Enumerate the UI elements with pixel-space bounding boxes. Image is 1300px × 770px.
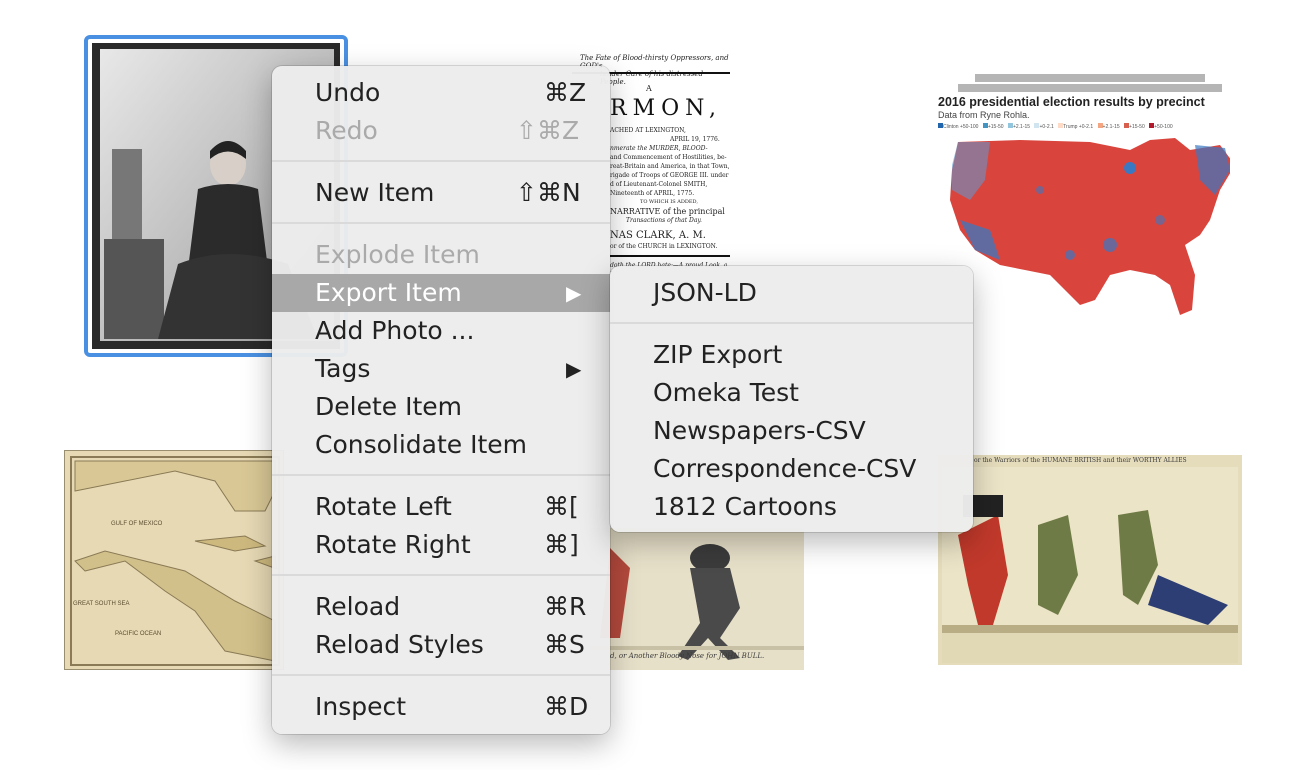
cartoon-image	[590, 528, 804, 670]
context-menu: Undo ⌘Z Redo ⇧⌘Z New Item ⇧⌘N Explode It…	[272, 66, 610, 734]
sermon-line: Nineteenth of APRIL, 1775.	[610, 190, 695, 197]
old-map-thumbnail[interactable]: GULF OF MEXICO GREAT SOUTH SEA PACIFIC O…	[64, 450, 284, 670]
submenu-arrow-icon: ▶	[566, 281, 582, 305]
menu-item-label: Undo	[315, 78, 381, 107]
menu-item-shortcut: ⌘R	[544, 592, 587, 621]
election-map-thumbnail[interactable]: 2016 presidential election results by pr…	[930, 70, 1230, 320]
menu-item-redo: Redo ⇧⌘Z	[272, 112, 610, 150]
export-item-label: 1812 Cartoons	[653, 492, 837, 521]
sermon-line: Transactions of that Day.	[626, 217, 702, 224]
allies-cartoon-thumbnail[interactable]: or the Warriors of the HUMANE BRITISH an…	[938, 455, 1242, 665]
menu-item-tags[interactable]: Tags ▶	[272, 350, 610, 388]
menu-separator	[272, 574, 610, 576]
export-item-label: JSON-LD	[653, 278, 757, 307]
menu-item-label: Consolidate Item	[315, 430, 528, 459]
old-map-label: GULF OF MEXICO	[111, 521, 163, 527]
menu-item-shortcut: ⌘D	[544, 692, 589, 721]
sermon-line: RMON,	[610, 96, 722, 121]
cartoon2-caption: or the Warriors of the HUMANE BRITISH an…	[974, 457, 1187, 464]
sermon-line: NARRATIVE of the principal	[610, 207, 725, 216]
menu-separator	[272, 222, 610, 224]
menu-separator	[272, 160, 610, 162]
menu-item-shortcut: ⇧⌘Z	[516, 116, 580, 145]
menu-item-consolidate-item[interactable]: Consolidate Item	[272, 426, 610, 464]
menu-item-shortcut: ⌘]	[544, 530, 579, 559]
menu-item-label: Delete Item	[315, 392, 462, 421]
export-item-omeka-test[interactable]: Omeka Test	[610, 374, 973, 412]
cartoon-caption: d, or Another Bloody Nose for JOHN BULL.	[610, 652, 765, 660]
menu-item-explode-item: Explode Item	[272, 236, 610, 274]
export-item-label: Omeka Test	[653, 378, 799, 407]
old-map-image	[70, 456, 280, 666]
sermon-line: TO WHICH IS ADDED,	[640, 199, 698, 205]
menu-separator	[272, 474, 610, 476]
export-item-zip-export[interactable]: ZIP Export	[610, 336, 973, 374]
menu-item-inspect[interactable]: Inspect ⌘D	[272, 688, 610, 726]
menu-item-reload-styles[interactable]: Reload Styles ⌘S	[272, 626, 610, 664]
sermon-line: NAS CLARK, A. M.	[610, 230, 706, 241]
menu-item-label: Reload Styles	[315, 630, 484, 659]
sermon-line: and Commencement of Hostilities, be-	[610, 154, 727, 161]
menu-item-delete-item[interactable]: Delete Item	[272, 388, 610, 426]
menu-item-label: Rotate Left	[315, 492, 452, 521]
export-item-1812-cartoons[interactable]: 1812 Cartoons	[610, 488, 973, 526]
menu-item-label: Export Item	[315, 278, 462, 307]
sermon-line: ACHED AT LEXINGTON,	[610, 127, 686, 134]
menu-item-label: Inspect	[315, 692, 407, 721]
menu-item-shortcut: ⌘[	[544, 492, 579, 521]
menu-item-reload[interactable]: Reload ⌘R	[272, 588, 610, 626]
menu-item-label: New Item	[315, 178, 435, 207]
menu-item-label: Redo	[315, 116, 378, 145]
sermon-line: d of Lieutenant-Colonel SMITH,	[610, 181, 708, 188]
sermon-line: or of the CHURCH in LEXINGTON.	[610, 243, 718, 250]
menu-separator	[610, 322, 973, 324]
export-item-newspapers-csv[interactable]: Newspapers-CSV	[610, 412, 973, 450]
export-item-label: Correspondence-CSV	[653, 454, 917, 483]
menu-item-shortcut: ⌘S	[544, 630, 585, 659]
submenu-arrow-icon: ▶	[566, 357, 582, 381]
sermon-line: reat-Britain and America, in that Town,	[610, 163, 730, 170]
export-submenu: JSON-LD ZIP Export Omeka Test Newspapers…	[610, 266, 973, 532]
menu-item-label: Tags	[315, 354, 371, 383]
john-bull-cartoon-thumbnail[interactable]: d, or Another Bloody Nose for JOHN BULL.	[590, 528, 804, 670]
old-map-label: PACIFIC OCEAN	[115, 631, 162, 637]
old-map-label: GREAT SOUTH SEA	[73, 601, 130, 607]
us-map-shape	[950, 138, 1230, 315]
export-item-label: Newspapers-CSV	[653, 416, 866, 445]
menu-item-new-item[interactable]: New Item ⇧⌘N	[272, 174, 610, 212]
menu-item-export-item[interactable]: Export Item ▶	[272, 274, 610, 312]
export-item-correspondence-csv[interactable]: Correspondence-CSV	[610, 450, 973, 488]
export-item-json-ld[interactable]: JSON-LD	[610, 274, 973, 312]
menu-item-add-photo[interactable]: Add Photo ...	[272, 312, 610, 350]
menu-item-shortcut: ⌘Z	[544, 78, 587, 107]
cartoon2-image	[942, 467, 1238, 663]
sermon-line: nmerate the MURDER, BLOOD-	[610, 145, 708, 152]
menu-separator	[272, 674, 610, 676]
export-item-label: ZIP Export	[653, 340, 783, 369]
menu-item-label: Reload	[315, 592, 401, 621]
sermon-line: APRIL 19, 1776.	[670, 136, 720, 143]
menu-item-label: Explode Item	[315, 240, 480, 269]
sermon-line: rigade of Troops of GEORGE III. under	[610, 172, 729, 179]
menu-item-label: Add Photo ...	[315, 316, 475, 345]
menu-item-label: Rotate Right	[315, 530, 471, 559]
menu-item-undo[interactable]: Undo ⌘Z	[272, 74, 610, 112]
menu-item-shortcut: ⇧⌘N	[516, 178, 581, 207]
sermon-line: A	[646, 84, 652, 93]
menu-item-rotate-right[interactable]: Rotate Right ⌘]	[272, 526, 610, 564]
menu-item-rotate-left[interactable]: Rotate Left ⌘[	[272, 488, 610, 526]
